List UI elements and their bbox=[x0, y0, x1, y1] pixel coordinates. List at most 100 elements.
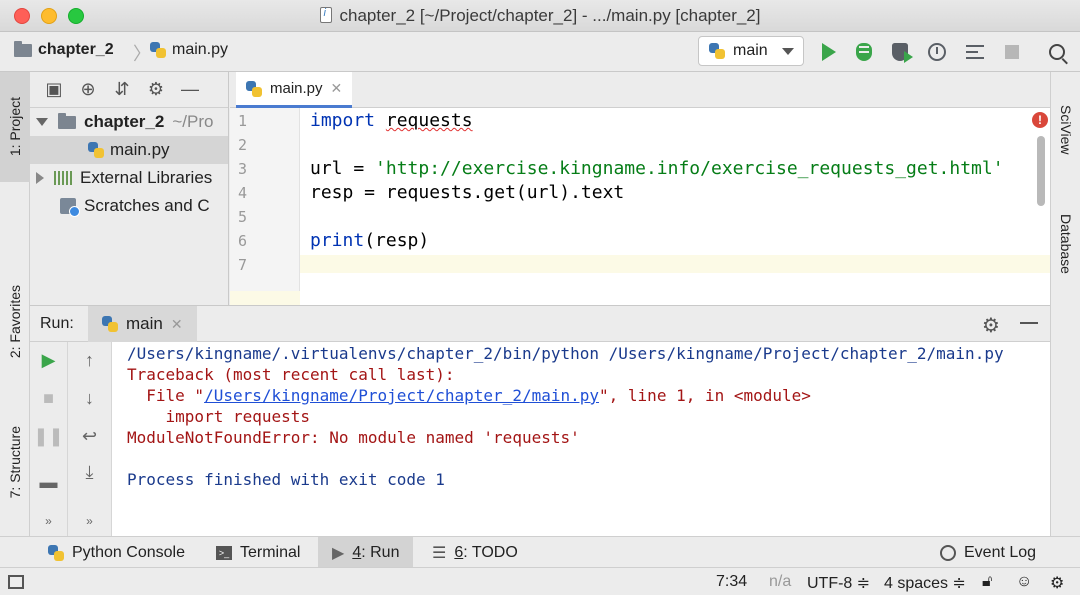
tab-favorites-label: 2: Favorites bbox=[7, 285, 23, 359]
list-icon: ☰ bbox=[432, 544, 447, 562]
line-number: 1 bbox=[238, 112, 248, 130]
tree-item-external-libraries[interactable]: External Libraries bbox=[30, 164, 228, 192]
indent-setting[interactable]: 4 spaces ≑ bbox=[884, 573, 966, 593]
line-number: 7 bbox=[238, 256, 248, 274]
code-line[interactable]: import requests bbox=[310, 110, 473, 131]
run-panel: Run: main ✕ ⚙ ▶ ■ ❚❚ ▬ » ↑ ↓ ↩ ⤓ » /User… bbox=[30, 305, 1050, 537]
code-string: 'http://exercise.kingname.info/exercise_… bbox=[375, 158, 1004, 179]
navigation-toolbar: chapter_2 〉 main.py main bbox=[0, 32, 1080, 72]
tab-database-label: Database bbox=[1058, 214, 1074, 274]
scroll-to-end-icon[interactable]: ⤓ bbox=[68, 462, 111, 483]
hide-panel-icon[interactable]: — bbox=[180, 79, 200, 100]
settings-icon[interactable]: ⚙ bbox=[1050, 573, 1064, 593]
python-file-icon bbox=[88, 142, 104, 158]
tree-item-scratches[interactable]: Scratches and C bbox=[30, 192, 228, 220]
run-configuration-label: main bbox=[733, 42, 768, 59]
close-icon[interactable]: ✕ bbox=[171, 316, 183, 333]
python-file-icon bbox=[246, 80, 262, 97]
search-everywhere-button[interactable] bbox=[1046, 41, 1068, 63]
terminal-label: Terminal bbox=[240, 543, 301, 561]
hide-panel-icon[interactable] bbox=[1020, 322, 1038, 324]
error-indicator-icon[interactable]: ! bbox=[1032, 112, 1048, 128]
gear-icon[interactable]: ⚙ bbox=[982, 313, 1000, 338]
chevron-right-icon[interactable] bbox=[36, 172, 44, 184]
todo-button[interactable]: ☰ 6: TODO bbox=[418, 537, 532, 568]
event-log-button[interactable]: Event Log bbox=[926, 537, 1050, 568]
locate-file-icon[interactable]: ⊕ bbox=[78, 79, 98, 100]
tree-item-main-py[interactable]: main.py bbox=[30, 136, 228, 164]
console-text: ", line 1, in <module> bbox=[599, 386, 811, 405]
debug-button[interactable] bbox=[853, 41, 875, 63]
run-with-coverage-button[interactable] bbox=[889, 41, 913, 63]
console-line: ModuleNotFoundError: No module named 're… bbox=[127, 428, 580, 447]
terminal-button[interactable]: >_ Terminal bbox=[202, 537, 314, 568]
console-line: Process finished with exit code 1 bbox=[127, 470, 445, 489]
tree-root-path: ~/Pro bbox=[172, 112, 214, 131]
gear-icon[interactable]: ⚙ bbox=[146, 79, 166, 100]
code-line[interactable]: url = 'http://exercise.kingname.info/exe… bbox=[310, 158, 1004, 179]
pause-icon[interactable]: ❚❚ bbox=[30, 426, 67, 447]
breadcrumb-file[interactable]: main.py bbox=[150, 41, 228, 59]
tab-project[interactable]: 1: Project bbox=[0, 72, 30, 182]
tree-item-root[interactable]: chapter_2 ~/Pro bbox=[30, 108, 228, 136]
concurrency-diagram-button[interactable] bbox=[964, 41, 986, 63]
coverage-icon bbox=[892, 43, 913, 63]
code-line[interactable]: resp = requests.get(url).text bbox=[310, 182, 624, 203]
console-output[interactable]: /Users/kingname/.virtualenvs/chapter_2/b… bbox=[127, 342, 1047, 537]
console-line: Traceback (most recent call last): bbox=[127, 365, 455, 384]
code-text: (resp) bbox=[364, 230, 430, 251]
editor-tab-main-py[interactable]: main.py ✕ bbox=[236, 72, 353, 108]
arrow-up-icon[interactable]: ↑ bbox=[68, 350, 111, 371]
chevron-down-icon[interactable] bbox=[36, 118, 48, 126]
restore-layout-icon[interactable]: ▬ bbox=[30, 472, 67, 493]
breadcrumb-separator-icon: 〉 bbox=[133, 44, 151, 64]
profile-button[interactable] bbox=[926, 41, 948, 63]
run-actions-toolbar: ▶ ■ ❚❚ ▬ » bbox=[30, 342, 68, 537]
run-button[interactable] bbox=[818, 41, 840, 63]
traceback-file-link[interactable]: /Users/kingname/Project/chapter_2/main.p… bbox=[204, 386, 599, 405]
run-configuration-select[interactable]: main bbox=[698, 36, 804, 66]
stop-button[interactable] bbox=[1001, 41, 1023, 63]
console-line: File "/Users/kingname/Project/chapter_2/… bbox=[127, 385, 1047, 406]
tab-sciview[interactable]: SciView bbox=[1051, 80, 1080, 180]
rerun-icon[interactable]: ▶ bbox=[30, 350, 67, 371]
concurrency-icon bbox=[966, 45, 984, 59]
view-options-icon[interactable]: ▣ bbox=[44, 79, 64, 100]
code-unresolved-import: requests bbox=[385, 110, 473, 131]
run-panel-header: Run: main ✕ ⚙ bbox=[30, 306, 1050, 342]
python-file-icon bbox=[150, 42, 166, 58]
run-tab-main[interactable]: main ✕ bbox=[88, 306, 197, 342]
breadcrumb-project[interactable]: chapter_2 bbox=[14, 40, 114, 59]
tab-favorites[interactable]: 2: Favorites bbox=[0, 262, 30, 382]
code-editor: main.py ✕ 1 2 3 4 5 6 7 import requests … bbox=[230, 72, 1050, 309]
more-icon[interactable]: » bbox=[30, 514, 67, 528]
arrow-down-icon[interactable]: ↓ bbox=[68, 388, 111, 409]
console-actions-toolbar: ↑ ↓ ↩ ⤓ » bbox=[68, 342, 112, 537]
stop-icon[interactable]: ■ bbox=[30, 388, 67, 409]
lock-icon[interactable]: 🔓︎ bbox=[982, 573, 992, 591]
code-line[interactable]: print(resp) bbox=[310, 230, 429, 251]
python-console-label: Python Console bbox=[72, 543, 185, 561]
run-tool-button[interactable]: ▶ 4: Run bbox=[318, 537, 414, 568]
tool-window-bar: Python Console >_ Terminal ▶ 4: Run ☰ 6:… bbox=[0, 536, 1080, 568]
chevron-down-icon bbox=[781, 47, 794, 55]
editor-tab-label: main.py bbox=[270, 80, 323, 97]
more-icon[interactable]: » bbox=[68, 514, 111, 528]
inspector-icon[interactable]: ☺ bbox=[1016, 573, 1032, 591]
editor-scrollbar[interactable] bbox=[1037, 136, 1045, 206]
tab-database[interactable]: Database bbox=[1051, 194, 1080, 294]
soft-wrap-icon[interactable]: ↩ bbox=[68, 426, 111, 447]
file-encoding[interactable]: UTF-8 ≑ bbox=[807, 573, 870, 593]
tab-sciview-label: SciView bbox=[1058, 105, 1074, 155]
tree-item-label: main.py bbox=[110, 140, 170, 159]
collapse-all-icon[interactable]: ⇵ bbox=[112, 79, 132, 100]
python-console-button[interactable]: Python Console bbox=[34, 537, 199, 568]
toggle-tool-windows-icon[interactable] bbox=[8, 575, 24, 589]
stop-icon bbox=[1005, 45, 1019, 59]
left-tool-strip: 1: Project 2: Favorites 7: Structure bbox=[0, 72, 30, 536]
close-icon[interactable]: ✕ bbox=[331, 80, 343, 97]
caret-position[interactable]: 7:34 bbox=[716, 573, 747, 591]
right-tool-strip: SciView Database bbox=[1050, 72, 1080, 536]
tab-structure[interactable]: 7: Structure bbox=[0, 402, 30, 522]
bug-icon bbox=[856, 43, 872, 61]
